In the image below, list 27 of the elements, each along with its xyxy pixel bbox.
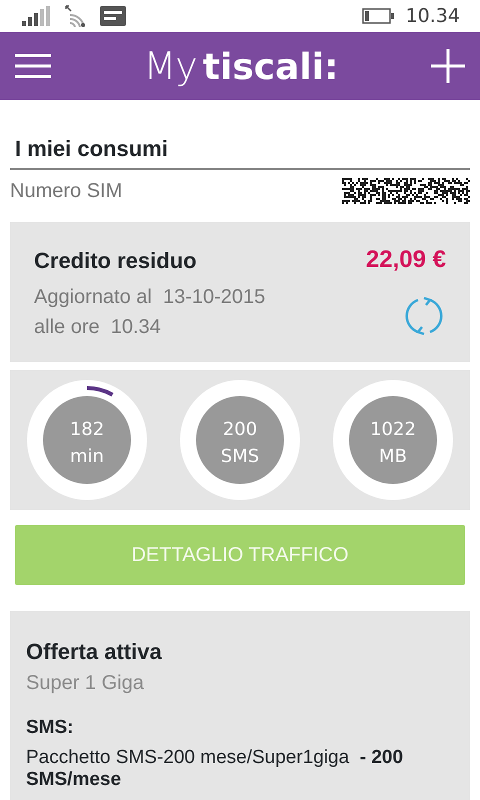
- offer-section: SMS:: [26, 714, 454, 743]
- gauge-value: 200: [222, 419, 258, 440]
- gauge-value: 182: [69, 419, 104, 440]
- gauge-unit: min: [70, 446, 104, 468]
- offer-title: Offerta attiva: [26, 638, 163, 666]
- sim-label: Numero SIM: [10, 179, 122, 204]
- wifi-icon: [64, 5, 88, 27]
- offer-detail: Pacchetto SMS-200 mese/Super1giga - 200 SMS/mese: [26, 746, 404, 791]
- gauge-unit: MB: [379, 446, 408, 468]
- credit-title: Credito residuo: [34, 246, 197, 275]
- gauge-value: 1022: [370, 419, 416, 440]
- add-icon[interactable]: [431, 49, 465, 83]
- battery-icon: [362, 8, 394, 24]
- status-time: 10.34: [406, 4, 460, 29]
- updated-time: alle ore 10.34: [34, 315, 162, 340]
- signal-icon: [22, 6, 52, 26]
- credit-amount: 22,09 €: [366, 245, 446, 276]
- message-icon: [100, 6, 126, 26]
- gauge-unit: SMS: [220, 446, 260, 468]
- logo-prefix: My: [144, 42, 197, 90]
- updated-date: Aggiornato al 13-10-2015: [34, 285, 266, 310]
- menu-icon[interactable]: [15, 53, 51, 79]
- offer-name: Super 1 Giga: [26, 671, 145, 696]
- usage-arc: [86, 386, 114, 397]
- page-title: I miei consumi: [10, 136, 470, 170]
- traffic-detail-button[interactable]: DETTAGLIO TRAFFICO: [15, 525, 465, 586]
- logo-name: tiscali:: [202, 46, 338, 90]
